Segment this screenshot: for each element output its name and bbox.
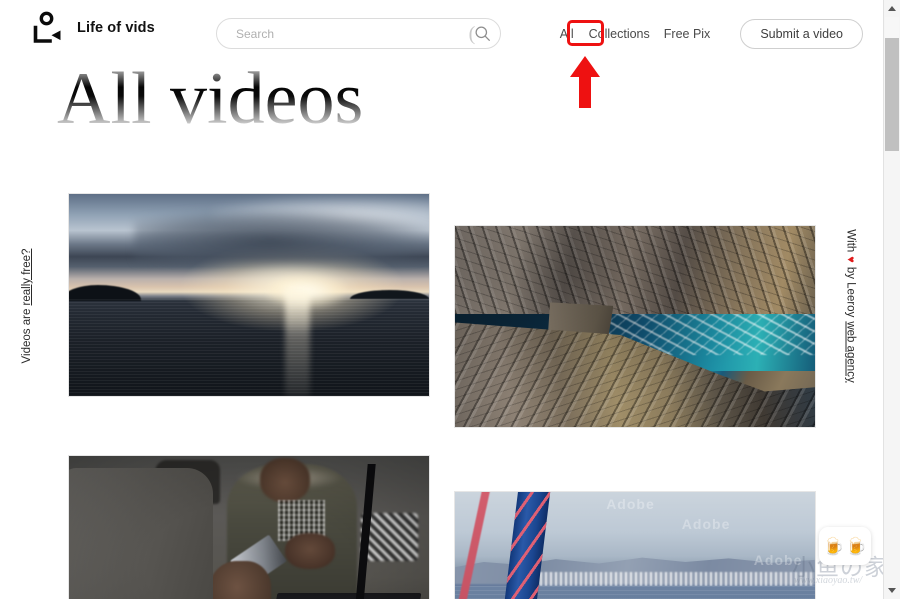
scrollbar-thumb[interactable] — [885, 38, 899, 151]
video-thumbnail: Adobe Adobe Adobe — [455, 492, 815, 599]
side-label-left[interactable]: Videos are really free? — [21, 246, 33, 366]
side-label-right-prefix: With — [844, 229, 857, 253]
heart-icon: ♥ — [844, 256, 857, 263]
nav-item-all[interactable]: All — [553, 23, 581, 45]
scrollbar-track-above-thumb[interactable] — [885, 17, 899, 38]
main-navigation: All Collections Free Pix Submit a video — [553, 18, 863, 50]
search-bar[interactable]: ( — [216, 18, 501, 49]
side-label-right-link[interactable]: web agency — [845, 321, 857, 382]
stock-watermark-text: Adobe — [606, 496, 655, 513]
search-input[interactable] — [217, 26, 460, 41]
side-label-right-middle: by Leeroy — [844, 266, 857, 318]
person-figure-logo-icon — [33, 11, 61, 43]
annotation-arrow-icon — [570, 56, 600, 108]
search-submit-button[interactable]: ( — [460, 19, 500, 48]
video-thumbnail — [455, 226, 815, 427]
submit-a-video-button[interactable]: Submit a video — [740, 19, 863, 49]
search-icon — [475, 26, 491, 41]
brand-name: Life of vids — [77, 20, 155, 36]
nav-item-collections[interactable]: Collections — [582, 23, 657, 45]
brand-logo-link[interactable]: Life of vids — [27, 8, 155, 48]
beer-mugs-widget[interactable]: 🍺 🍺 — [819, 527, 871, 565]
video-tile-sunset-over-sea[interactable] — [68, 193, 430, 397]
page-content: Life of vids ( All Collections Free Pix … — [0, 0, 883, 599]
stock-watermark: Adobe Adobe Adobe — [455, 492, 815, 599]
video-tile-aerial-rocky-coast[interactable] — [454, 225, 816, 428]
site-header: Life of vids ( All Collections Free Pix … — [0, 0, 883, 108]
beer-mug-icon-left: 🍺 — [823, 536, 845, 556]
vertical-scrollbar[interactable] — [883, 0, 900, 599]
side-label-left-prefix: Videos are — [21, 305, 33, 364]
stock-watermark-text: Adobe — [681, 516, 731, 533]
video-tile-sailboat-rope-coastline[interactable]: Adobe Adobe Adobe — [454, 491, 816, 599]
beer-mug-icon-right: 🍺 — [845, 536, 867, 556]
video-thumbnail — [69, 456, 429, 599]
scroll-up-arrow-icon[interactable] — [884, 0, 900, 17]
side-label-right[interactable]: With ♥ by Leeroy web agency — [845, 224, 857, 389]
browser-viewport: Life of vids ( All Collections Free Pix … — [0, 0, 900, 599]
page-title: All videos — [57, 58, 364, 140]
side-label-left-link[interactable]: really free? — [21, 249, 33, 306]
stock-watermark-text: Adobe — [753, 552, 803, 569]
nav-item-free-pix[interactable]: Free Pix — [657, 23, 718, 45]
video-thumbnail — [69, 194, 429, 396]
video-tile-commuter-laptop-phone[interactable] — [68, 455, 430, 599]
scroll-down-arrow-icon[interactable] — [884, 582, 900, 599]
